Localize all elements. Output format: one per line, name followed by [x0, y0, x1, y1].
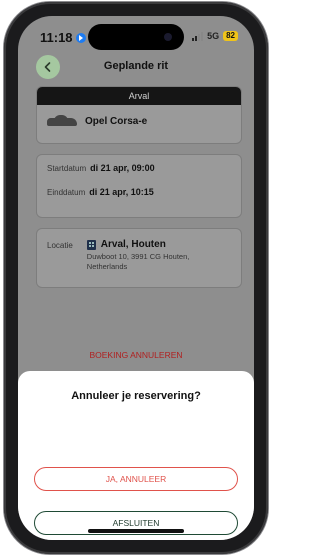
signal-icon	[192, 31, 204, 41]
location-details: Arval, Houten Duwboot 10, 3991 CG Houten…	[86, 239, 217, 277]
building-icon	[86, 239, 96, 250]
location-arrow-icon	[75, 32, 86, 43]
start-date-value: di 21 apr, 09:00	[90, 163, 155, 173]
dates-card: Startdatum di 21 apr, 09:00 Einddatum di…	[36, 154, 242, 218]
home-indicator[interactable]	[88, 529, 184, 533]
location-card: Locatie Arval, Houten Duwboot 10, 3991 C…	[36, 228, 242, 288]
cancel-booking-link[interactable]: BOEKING ANNULEREN	[18, 350, 254, 360]
status-time: 11:18	[40, 30, 86, 45]
car-icon	[47, 115, 77, 127]
screen: 11:18 5G 82 Geplande rit Arval Opel Cors…	[18, 16, 254, 540]
status-bar: 11:18 5G 82	[18, 16, 254, 52]
location-label: Locatie	[47, 241, 73, 250]
vehicle-name: Opel Corsa-e	[85, 115, 148, 127]
page-title: Geplande rit	[103, 60, 169, 72]
confirm-cancel-button[interactable]: JA, ANNULEER	[34, 467, 238, 491]
phone-frame: 11:18 5G 82 Geplande rit Arval Opel Cors…	[4, 2, 268, 554]
start-date-label: Startdatum	[47, 164, 87, 173]
location-name: Arval, Houten	[100, 239, 166, 250]
dynamic-island	[88, 24, 184, 50]
battery-icon: 82	[223, 31, 238, 41]
end-date-value: di 21 apr, 10:15	[89, 187, 154, 197]
cancel-dialog-sheet: Annuleer je reservering? JA, ANNULEER AF…	[18, 371, 254, 540]
start-date-row: Startdatum di 21 apr, 09:00	[47, 163, 231, 187]
vehicle-card: Arval Opel Corsa-e	[36, 86, 242, 144]
location-name-row: Arval, Houten	[86, 239, 217, 250]
dialog-title: Annuleer je reservering?	[71, 390, 201, 402]
vehicle-row: Opel Corsa-e	[37, 105, 241, 137]
camera-icon	[164, 33, 172, 41]
end-date-label: Einddatum	[47, 188, 86, 197]
network-label: 5G	[207, 31, 220, 41]
status-time-label: 11:18	[40, 30, 73, 45]
end-date-row: Einddatum di 21 apr, 10:15	[47, 187, 231, 211]
location-address: Duwboot 10, 3991 CG Houten, Netherlands	[86, 252, 190, 271]
provider-label: Arval	[37, 87, 241, 105]
status-indicators: 5G 82	[192, 31, 238, 41]
